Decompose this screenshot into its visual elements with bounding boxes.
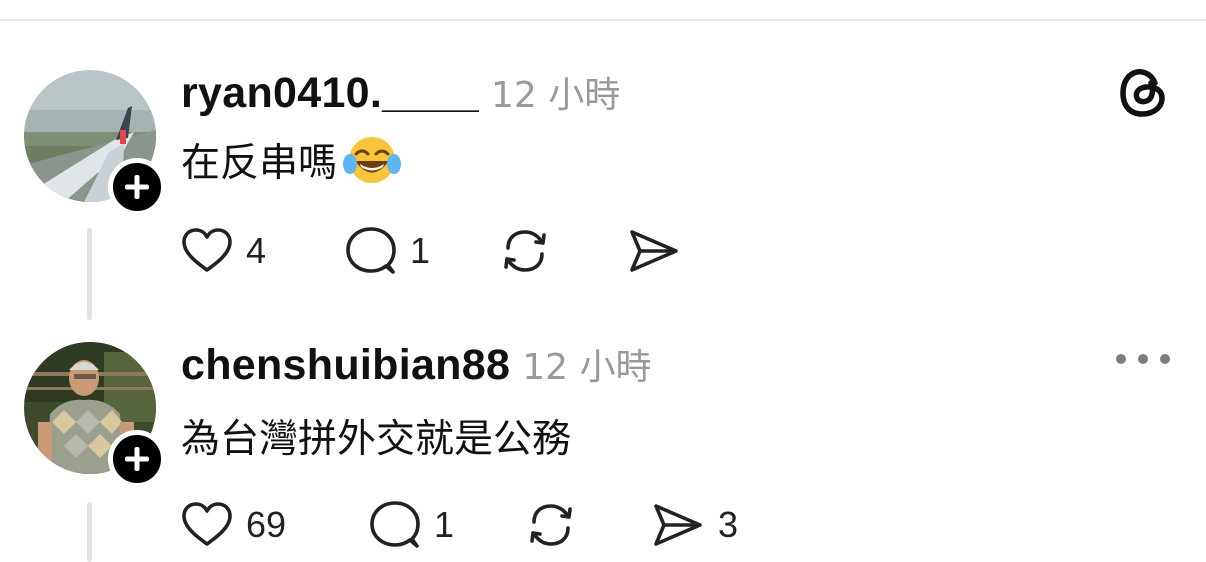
like-button[interactable]: 69 xyxy=(180,498,286,552)
post-text: 在反串嗎 xyxy=(181,132,402,188)
username[interactable]: chenshuibian88 xyxy=(181,341,510,390)
share-button[interactable]: 3 xyxy=(650,498,738,552)
reply-post: ryan0410.____ 12 小時 在反串嗎 4 1 xyxy=(0,60,1206,322)
heart-icon xyxy=(182,228,232,272)
post-header: chenshuibian88 12 小時 xyxy=(181,338,651,390)
repost-button[interactable] xyxy=(498,224,552,278)
dot xyxy=(1116,354,1126,364)
send-icon xyxy=(630,230,678,272)
reply-count: 1 xyxy=(410,230,431,271)
repost-icon xyxy=(530,504,572,546)
share-count: 3 xyxy=(718,504,739,545)
username[interactable]: ryan0410.____ xyxy=(181,69,479,118)
post-header: ryan0410.____ 12 小時 xyxy=(181,66,620,118)
threads-logo-icon xyxy=(1120,69,1165,117)
comment-icon xyxy=(346,227,396,274)
repost-icon xyxy=(504,230,546,272)
reply-post: chenshuibian88 12 小時 為台灣拼外交就是公務 69 1 3 xyxy=(0,330,1206,562)
share-button[interactable] xyxy=(626,224,682,278)
plus-icon xyxy=(125,447,149,471)
like-count: 69 xyxy=(246,504,287,545)
follow-button[interactable] xyxy=(108,430,166,488)
post-body: 為台灣拼外交就是公務 xyxy=(181,417,572,462)
like-count: 4 xyxy=(246,230,267,271)
post-text: 為台灣拼外交就是公務 xyxy=(181,408,571,464)
reply-count: 1 xyxy=(434,504,455,545)
reply-button[interactable]: 1 xyxy=(368,498,454,552)
dot xyxy=(1138,354,1148,364)
follow-button[interactable] xyxy=(108,158,166,216)
send-icon xyxy=(654,504,702,546)
face-with-tears-of-joy-icon xyxy=(343,137,402,183)
top-divider xyxy=(0,19,1206,21)
thread-line xyxy=(87,228,92,320)
post-body: 在反串嗎 xyxy=(181,141,338,186)
timestamp: 12 小時 xyxy=(491,75,621,116)
timestamp: 12 小時 xyxy=(522,347,652,388)
like-button[interactable]: 4 xyxy=(180,224,266,278)
heart-icon xyxy=(182,502,232,546)
more-options-icon[interactable] xyxy=(1116,352,1170,366)
dot xyxy=(1160,354,1170,364)
reply-button[interactable]: 1 xyxy=(344,224,430,278)
thread-line xyxy=(87,502,92,562)
repost-button[interactable] xyxy=(524,498,578,552)
plus-icon xyxy=(125,175,149,199)
comment-icon xyxy=(370,501,420,548)
